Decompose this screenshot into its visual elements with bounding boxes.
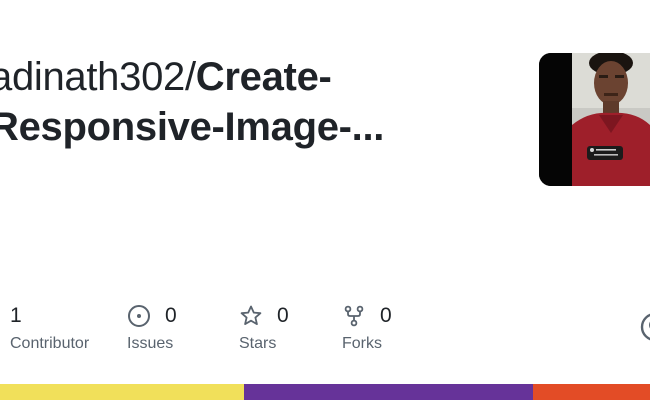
contributors-label: Contributor xyxy=(10,335,90,352)
stat-issues[interactable]: 0 Issues xyxy=(127,300,177,355)
language-segment-1 xyxy=(0,384,244,400)
social-preview-card: adinath302/Create- Responsive-Image-... xyxy=(0,0,650,400)
stars-label: Stars xyxy=(239,335,277,352)
fork-icon xyxy=(342,304,366,328)
contributors-count: 1 xyxy=(10,304,22,327)
stars-count: 0 xyxy=(277,304,289,327)
repo-title[interactable]: adinath302/Create- Responsive-Image-... xyxy=(0,52,510,152)
language-bar xyxy=(0,384,650,400)
forks-label: Forks xyxy=(342,335,382,352)
stat-forks[interactable]: 0 Forks xyxy=(342,300,392,355)
repo-owner[interactable]: adinath302/ xyxy=(0,55,196,99)
language-segment-3 xyxy=(533,384,650,400)
avatar-photo xyxy=(539,53,650,186)
repo-stats: 1 Contributor 0 Issues 0 Stars 0 Forks xyxy=(0,300,650,360)
forks-count: 0 xyxy=(380,304,392,327)
language-segment-2 xyxy=(243,384,533,400)
issue-icon xyxy=(127,304,151,328)
issues-label: Issues xyxy=(127,335,174,352)
owner-avatar[interactable] xyxy=(539,53,650,186)
stat-stars[interactable]: 0 Stars xyxy=(239,300,289,355)
stat-contributors[interactable]: 1 Contributor xyxy=(10,300,89,355)
repo-name-line-1[interactable]: Create- xyxy=(196,55,332,99)
star-icon xyxy=(239,304,263,328)
github-mark-icon xyxy=(640,312,650,342)
issues-count: 0 xyxy=(165,304,177,327)
repo-name-line-2[interactable]: Responsive-Image-... xyxy=(0,105,384,149)
